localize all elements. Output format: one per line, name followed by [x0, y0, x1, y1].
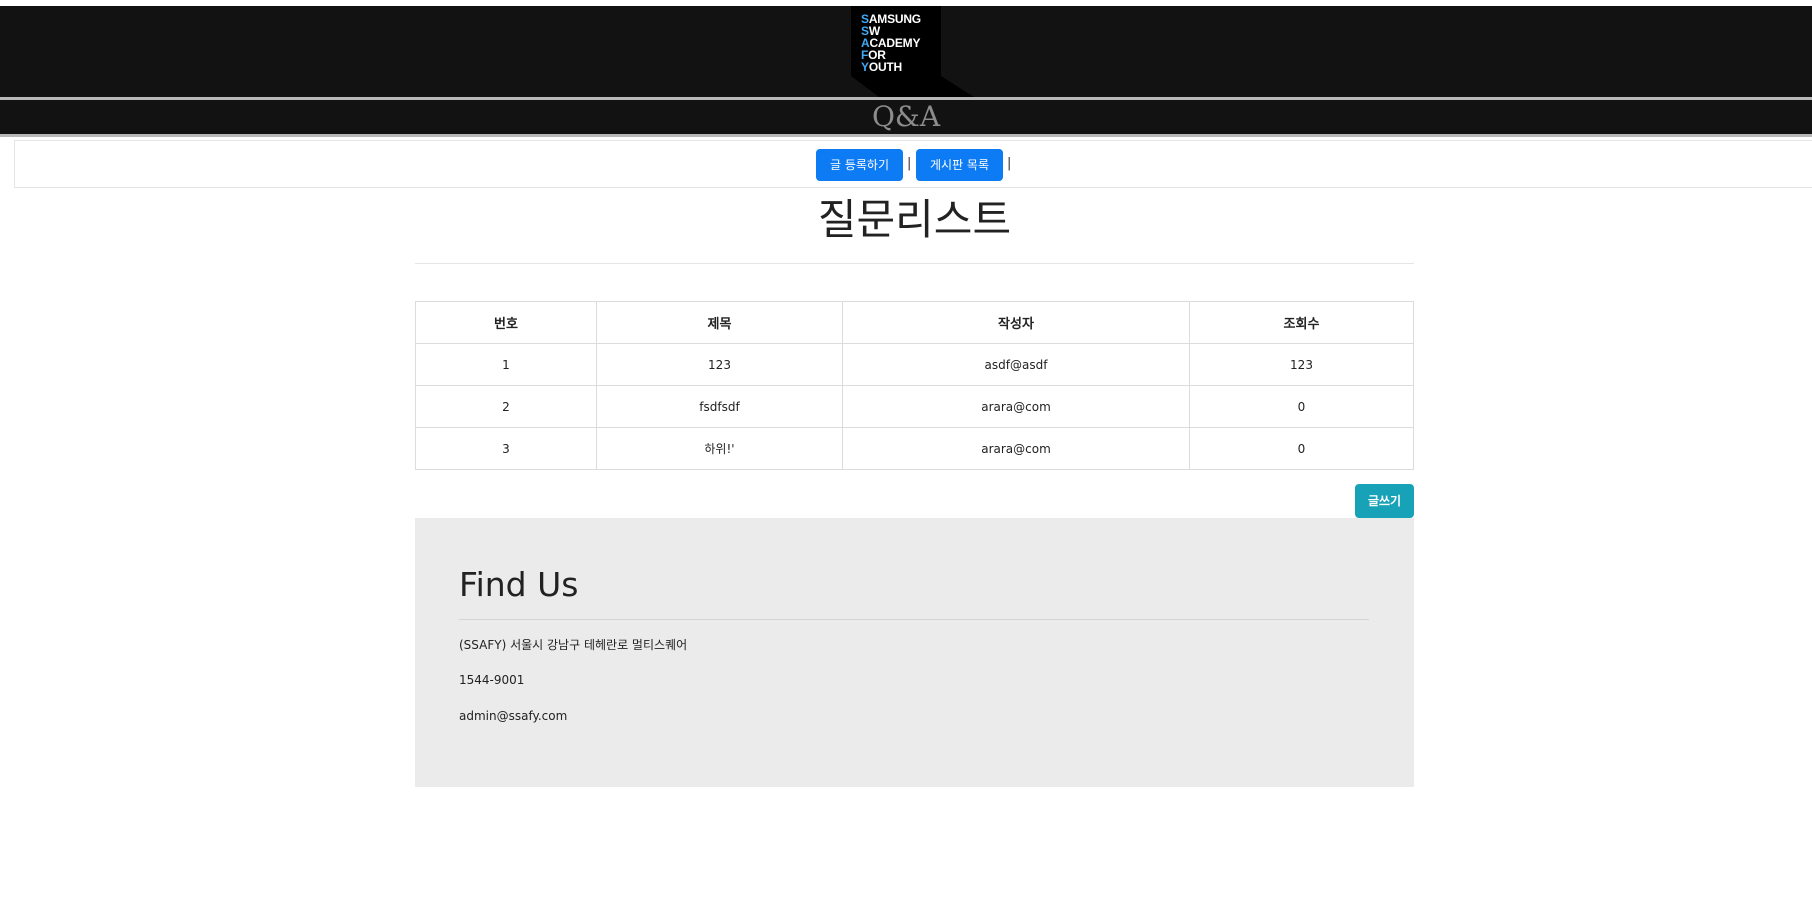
qa-title: Q&A — [871, 100, 941, 133]
cell-number: 2 — [415, 385, 597, 428]
cell-title[interactable]: 123 — [596, 343, 843, 386]
cell-views: 0 — [1189, 385, 1414, 428]
logo-line: YOUTH — [861, 61, 921, 73]
table-row[interactable]: 1 123 asdf@asdf 123 — [415, 343, 1414, 386]
column-header-views: 조회수 — [1189, 301, 1414, 344]
board-list-button[interactable]: 게시판 목록 — [916, 149, 1003, 181]
cell-number: 1 — [415, 343, 597, 386]
column-header-author: 작성자 — [842, 301, 1190, 344]
write-post-button[interactable]: 글쓰기 — [1355, 484, 1414, 518]
column-header-number: 번호 — [415, 301, 597, 344]
nav-separator: | — [1007, 156, 1012, 171]
cell-views: 123 — [1189, 343, 1414, 386]
question-table: 번호 제목 작성자 조회수 1 123 asdf@asdf 123 2 fsdf… — [415, 301, 1414, 470]
table-row[interactable]: 2 fsdfsdf arara@com 0 — [415, 385, 1414, 428]
footer-title: Find Us — [459, 565, 579, 604]
footer-email: admin@ssafy.com — [459, 709, 568, 723]
nav-separator: | — [907, 156, 912, 171]
cell-views: 0 — [1189, 427, 1414, 470]
footer-divider — [459, 619, 1369, 620]
footer-address: (SSAFY) 서울시 강남구 테헤란로 멀티스퀘어 — [459, 638, 688, 652]
cell-author: arara@com — [842, 427, 1190, 470]
table-header-row: 번호 제목 작성자 조회수 — [415, 301, 1414, 344]
footer-phone: 1544-9001 — [459, 673, 525, 687]
footer-find-us: Find Us (SSAFY) 서울시 강남구 테헤란로 멀티스퀘어 1544-… — [415, 518, 1414, 787]
board-navbar — [14, 140, 1812, 188]
cell-title[interactable]: 하위!' — [596, 427, 843, 470]
header-divider — [0, 134, 1812, 137]
cell-title[interactable]: fsdfsdf — [596, 385, 843, 428]
page-title: 질문리스트 — [817, 195, 1012, 244]
cell-number: 3 — [415, 427, 597, 470]
column-header-title: 제목 — [596, 301, 843, 344]
ssafy-logo[interactable]: SAMSUNG SW ACADEMY FOR YOUTH — [851, 6, 974, 97]
logo-initial: Y — [861, 60, 869, 74]
title-divider — [415, 263, 1414, 264]
table-row[interactable]: 3 하위!' arara@com 0 — [415, 427, 1414, 470]
cell-author: asdf@asdf — [842, 343, 1190, 386]
qa-banner: Q&A — [0, 100, 1812, 134]
logo-word-rest: OUTH — [868, 60, 903, 74]
cell-author: arara@com — [842, 385, 1190, 428]
register-post-button[interactable]: 글 등록하기 — [816, 149, 903, 181]
logo-text: SAMSUNG SW ACADEMY FOR YOUTH — [861, 13, 921, 73]
